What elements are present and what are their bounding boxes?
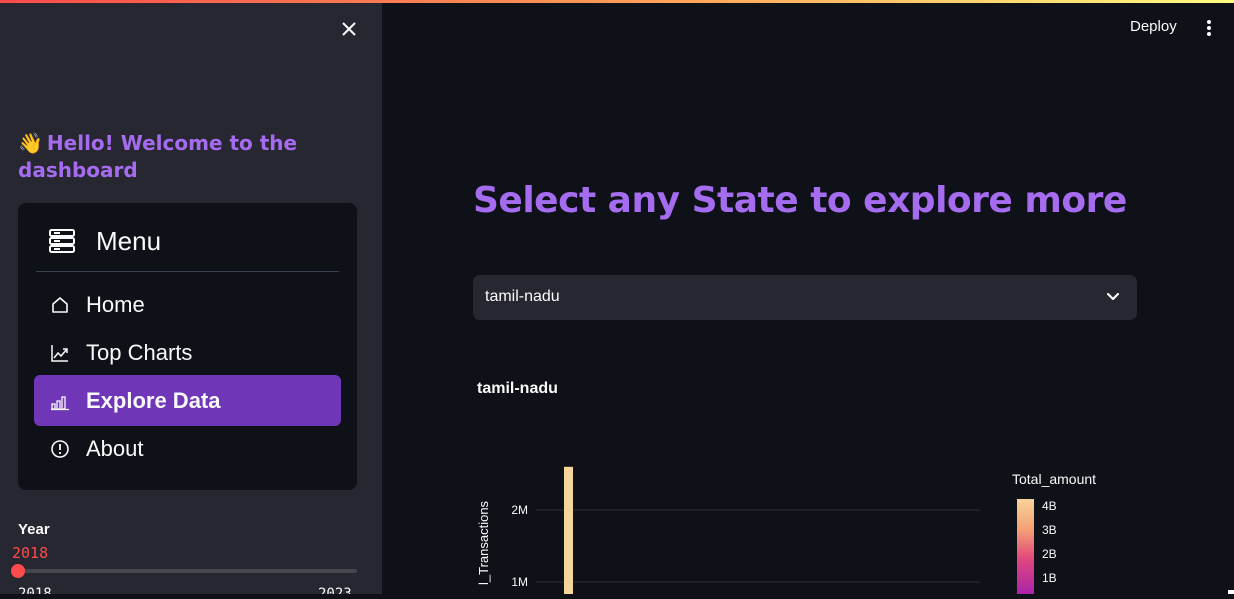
house-icon: [50, 295, 70, 315]
nav-menu: Menu Home Top Charts Explore Data About: [18, 203, 357, 490]
colorbar-tick-label: 1B: [1042, 571, 1057, 585]
menu-divider: [36, 271, 339, 272]
year-slider-max: 2023: [318, 586, 352, 594]
colorbar-title: Total_amount: [1012, 471, 1096, 487]
menu-item-about[interactable]: About: [34, 424, 341, 474]
waving-hand-icon: 👋: [18, 131, 43, 155]
server-icon: [49, 229, 75, 253]
welcome-message: 👋 Hello! Welcome to the dashboard: [18, 130, 348, 184]
menu-item-label: Home: [86, 292, 145, 317]
year-slider-min: 2018: [18, 586, 52, 594]
state-select-value: tamil-nadu: [485, 288, 560, 305]
kebab-menu-icon: [1207, 20, 1211, 36]
menu-item-home[interactable]: Home: [34, 280, 341, 330]
y-tick-label: 1M: [511, 575, 528, 589]
menu-title: Menu: [96, 225, 162, 256]
menu-item-label: Top Charts: [86, 340, 193, 365]
menu-header: Menu: [48, 225, 161, 257]
close-sidebar-button[interactable]: [338, 18, 360, 40]
colorbar-tick-label: 2B: [1042, 547, 1057, 561]
colorbar: [1017, 499, 1034, 599]
menu-item-top-charts[interactable]: Top Charts: [34, 328, 341, 378]
graph-up-icon: [50, 343, 70, 363]
menu-item-explore-data[interactable]: Explore Data: [34, 375, 341, 426]
chevron-down-icon: [1106, 292, 1120, 301]
sidebar: 👋 Hello! Welcome to the dashboard Menu Ho…: [0, 0, 382, 594]
year-slider-thumb[interactable]: [11, 564, 25, 578]
main-menu-button[interactable]: [1201, 19, 1217, 37]
state-select[interactable]: tamil-nadu: [473, 275, 1137, 320]
menu-item-label: Explore Data: [86, 387, 221, 413]
colorbar-tick-label: 4B: [1042, 499, 1057, 513]
year-slider-track[interactable]: [18, 569, 357, 573]
welcome-text: Hello! Welcome to the dashboard: [18, 131, 298, 182]
y-tick-label: 2M: [511, 503, 528, 517]
colorbar-tick-label: 3B: [1042, 523, 1057, 537]
info-circle-icon: [50, 439, 70, 459]
year-slider-value: 2018: [12, 544, 49, 562]
page-title: Select any State to explore more: [473, 180, 1127, 221]
bar-chart-icon: [50, 391, 70, 411]
top-decoration-bar: [0, 0, 1234, 3]
year-slider-label: Year: [18, 521, 50, 538]
corner-marker: [1228, 590, 1234, 594]
close-icon: [342, 22, 356, 36]
chart-svg: 1M 2M l_Transactions Total_amount 4B 3B 2B 1…: [476, 466, 1096, 599]
menu-item-label: About: [86, 436, 144, 461]
y-axis-label: l_Transactions: [476, 500, 491, 585]
bar: [564, 466, 573, 599]
deploy-button[interactable]: Deploy: [1130, 18, 1177, 35]
chart-title: tamil-nadu: [477, 380, 558, 397]
transactions-chart: 1M 2M l_Transactions Total_amount 4B 3B 2B 1…: [470, 440, 1130, 599]
